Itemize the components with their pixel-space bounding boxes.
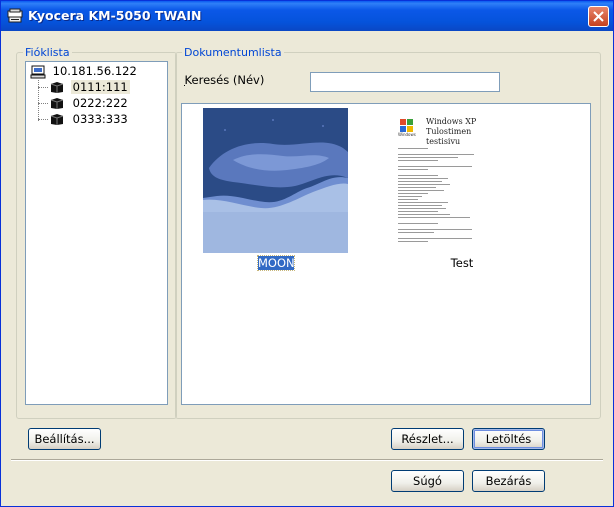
document-thumbnail-list[interactable]: MOON Windows Windows XP Tulostimen testi… bbox=[181, 103, 591, 405]
scanner-icon bbox=[7, 8, 23, 24]
test-page-heading-line: Tulostimen bbox=[426, 127, 472, 136]
tree-root-label: 10.181.56.122 bbox=[52, 64, 137, 78]
computer-icon bbox=[30, 65, 46, 79]
tree-item-label: 0222:222 bbox=[72, 96, 128, 110]
document-label: Test bbox=[450, 256, 474, 270]
tree-connector bbox=[38, 103, 48, 104]
help-button[interactable]: Súgó bbox=[391, 470, 464, 492]
document-thumbnail[interactable]: Windows Windows XP Tulostimen testisivu bbox=[396, 112, 484, 247]
box-icon bbox=[50, 97, 64, 110]
download-button[interactable]: Letöltés bbox=[472, 428, 545, 450]
details-button[interactable]: Részlet... bbox=[391, 428, 464, 450]
twain-dialog: Kyocera KM-5050 TWAIN Fióklista 10.181.5… bbox=[0, 0, 614, 507]
tree-item-label: 0333:333 bbox=[72, 112, 128, 126]
window-title: Kyocera KM-5050 TWAIN bbox=[28, 8, 202, 23]
search-label-text: Keresés (Név) bbox=[184, 73, 265, 87]
box-icon bbox=[50, 113, 64, 126]
account-list-legend: Fióklista bbox=[25, 46, 70, 59]
search-label: KKeresés (Név) bbox=[184, 73, 265, 87]
account-tree[interactable]: 10.181.56.122 0111:111 0222:222 0333:333 bbox=[25, 61, 168, 405]
tree-root-item[interactable]: 10.181.56.122 bbox=[30, 63, 137, 79]
test-page-text-lines bbox=[398, 148, 474, 242]
close-icon bbox=[593, 11, 604, 22]
search-input[interactable] bbox=[310, 72, 500, 92]
separator-line bbox=[11, 459, 603, 461]
close-button[interactable]: Bezárás bbox=[472, 470, 545, 492]
document-label: MOON bbox=[257, 255, 295, 271]
tree-item-account[interactable]: 0111:111 bbox=[50, 79, 130, 95]
close-window-button[interactable] bbox=[588, 6, 609, 27]
tree-connector bbox=[38, 87, 48, 88]
document-list-legend: Dokumentumlista bbox=[184, 46, 282, 59]
tree-item-label: 0111:111 bbox=[70, 80, 130, 94]
test-page-heading-line: Windows XP bbox=[426, 117, 477, 126]
tree-item-account[interactable]: 0222:222 bbox=[50, 95, 128, 111]
title-bar[interactable]: Kyocera KM-5050 TWAIN bbox=[1, 1, 613, 31]
box-icon bbox=[50, 81, 64, 94]
svg-text:Windows: Windows bbox=[398, 132, 416, 136]
moon-image bbox=[203, 108, 348, 253]
document-thumbnail[interactable] bbox=[203, 108, 348, 253]
settings-button[interactable]: Beállítás... bbox=[28, 428, 101, 450]
tree-connector bbox=[38, 119, 48, 120]
tree-item-account[interactable]: 0333:333 bbox=[50, 111, 128, 127]
windows-logo-icon: Windows bbox=[398, 119, 416, 136]
